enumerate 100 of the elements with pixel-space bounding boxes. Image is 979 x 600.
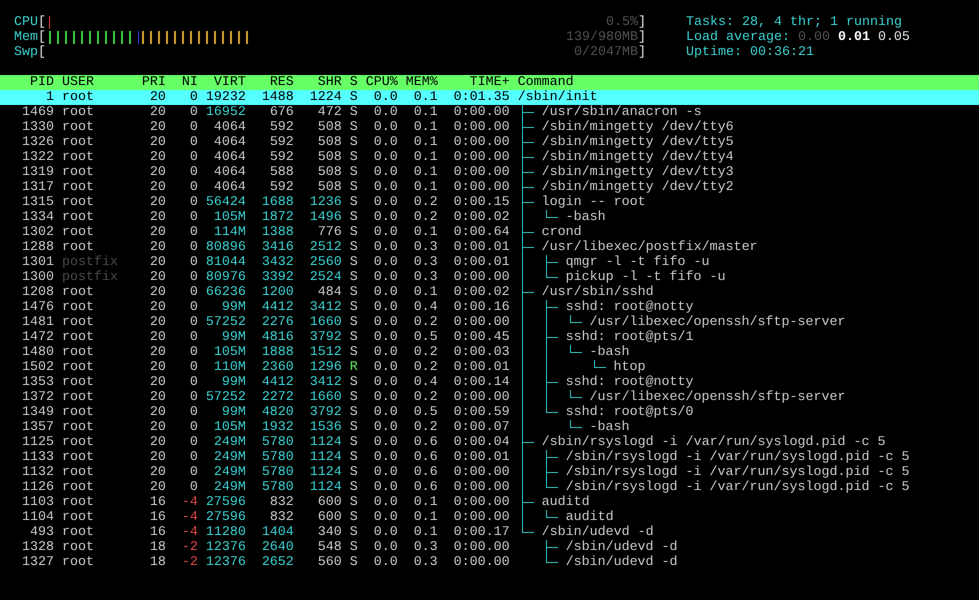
column-header: Command [518, 75, 574, 90]
process-row[interactable]: 1330 root 20 0 4064 592 508 S 0.0 0.1 0:00.00 /sbin/mingetty /dev/tty6 [0, 120, 979, 135]
process-row[interactable]: 1 root 20 0 19232 1488 1224 S 0.0 0.1 0:01.35 /sbin/init [0, 90, 979, 105]
process-row[interactable]: 1357 root 20 0 105M 1932 1536 S 0.0 0.2 0:00.07 -bash [0, 420, 979, 435]
table-cell-text: 0 [188, 90, 198, 105]
table-cell-text: 0:00.00 [452, 135, 510, 150]
process-row[interactable]: 1132 root 20 0 249M 5780 1124 S 0.0 0.6 0:00.00 /sbin/rsyslogd -i /var/run/syslogd.pid -c 5 [0, 465, 979, 480]
summary-text: Tasks: 28, 4 thr; 1 running [686, 15, 902, 30]
table-cell-text: 1388 [260, 225, 294, 240]
process-row[interactable]: 1328 root 18 -2 12376 2640 548 S 0.0 0.3 0:00.00 /sbin/udevd -d [0, 540, 979, 555]
process-row[interactable]: 1104 root 16 -4 27596 832 600 S 0.0 0.1 0:00.00 auditd [0, 510, 979, 525]
table-cell-text: 0:00.00 [452, 465, 510, 480]
process-row[interactable]: 1472 root 20 0 99M 4816 3792 S 0.0 0.5 0:00.45 sshd: root@pts/1 [0, 330, 979, 345]
table-cell-text: 20 [148, 120, 166, 135]
process-row[interactable]: 1315 root 20 0 56424 1688 1236 S 0.0 0.2 0:00.15 login -- root [0, 195, 979, 210]
table-cell-text: 832 [268, 495, 294, 510]
table-cell-text: 0 [188, 450, 198, 465]
process-row[interactable]: 1481 root 20 0 57252 2276 1660 S 0.0 0.2 0:00.00 /usr/libexec/openssh/sftp-server [0, 315, 979, 330]
command-text: htop [614, 360, 646, 375]
table-cell-text: 0 [188, 360, 198, 375]
table-cell: S [350, 450, 358, 465]
table-cell-text: 1126 [20, 480, 54, 495]
table-cell-text: 0:00.00 [452, 165, 510, 180]
table-cell-text: 1288 [20, 240, 54, 255]
table-cell-text: 1296 [308, 360, 342, 375]
process-row[interactable]: 1288 root 20 0 80896 3416 2512 S 0.0 0.3 0:00.01 /usr/libexec/postfix/master [0, 240, 979, 255]
table-cell-text: 3792 [308, 405, 342, 420]
table-cell-text: 508 [316, 120, 342, 135]
table-cell-text: 0:00.02 [452, 210, 510, 225]
table-cell-text: 0.3 [412, 270, 438, 285]
column-header: MEM% [406, 75, 438, 90]
command-text: /usr/libexec/postfix/master [542, 240, 758, 255]
process-row[interactable]: 1480 root 20 0 105M 1888 1512 S 0.0 0.2 0:00.03 -bash [0, 345, 979, 360]
table-cell-text: 0.5 [412, 330, 438, 345]
table-cell: S [350, 240, 358, 255]
table-cell-text: 20 [148, 435, 166, 450]
table-cell-text: 0.2 [412, 360, 438, 375]
table-cell-text: 0.1 [412, 495, 438, 510]
process-row[interactable]: 1372 root 20 0 57252 2272 1660 S 0.0 0.2 0:00.00 /usr/libexec/openssh/sftp-server [0, 390, 979, 405]
table-cell-text: 0.1 [412, 285, 438, 300]
table-cell-text: 2524 [308, 270, 342, 285]
table-cell-text: root [62, 165, 95, 180]
table-cell-text: 1124 [308, 435, 342, 450]
process-row[interactable]: 1469 root 20 0 16952 676 472 S 0.0 0.1 0:00.00 /usr/sbin/anacron -s [0, 105, 979, 120]
process-row[interactable]: 1349 root 20 0 99M 4820 3792 S 0.0 0.5 0:00.59 sshd: root@pts/0 [0, 405, 979, 420]
table-cell-text: 249M [212, 480, 246, 495]
process-row[interactable]: 1476 root 20 0 99M 4412 3412 S 0.0 0.4 0:00.16 sshd: root@notty [0, 300, 979, 315]
table-cell-text: 0.0 [372, 435, 398, 450]
process-row[interactable]: 1300 postfix 20 0 80976 3392 2524 S 0.0 0.3 0:00.00 pickup -l -t fifo -u [0, 270, 979, 285]
table-cell-text: 4064 [212, 120, 246, 135]
process-row[interactable]: 1133 root 20 0 249M 5780 1124 S 0.0 0.6 0:00.01 /sbin/rsyslogd -i /var/run/syslogd.pid -c 5 [0, 450, 979, 465]
table-cell-text: 1660 [308, 315, 342, 330]
table-cell-text: 0:00.00 [452, 510, 510, 525]
summary-text: Load average: [686, 30, 790, 45]
table-cell-text: 2272 [260, 390, 294, 405]
process-row[interactable]: 1103 root 16 -4 27596 832 600 S 0.0 0.1 0:00.00 auditd [0, 495, 979, 510]
command-text: /sbin/mingetty /dev/tty5 [542, 135, 734, 150]
process-row[interactable]: 1322 root 20 0 4064 592 508 S 0.0 0.1 0:00.00 /sbin/mingetty /dev/tty4 [0, 150, 979, 165]
process-row[interactable]: 1327 root 18 -2 12376 2652 560 S 0.0 0.3 0:00.00 /sbin/udevd -d [0, 555, 979, 570]
table-cell-text: 472 [316, 105, 342, 120]
table-cell-text: 0.0 [372, 405, 398, 420]
process-row[interactable]: 1208 root 20 0 66236 1200 484 S 0.0 0.1 0:00.02 /usr/sbin/sshd [0, 285, 979, 300]
process-row[interactable]: 1301 postfix 20 0 81044 3432 2560 S 0.0 0.3 0:00.01 qmgr -l -t fifo -u [0, 255, 979, 270]
process-row[interactable]: 1353 root 20 0 99M 4412 3412 S 0.0 0.4 0:00.14 sshd: root@notty [0, 375, 979, 390]
table-cell-text: 0:00.17 [452, 525, 510, 540]
process-row[interactable]: 493 root 16 -4 11280 1404 340 S 0.0 0.1 0:00.17 /sbin/udevd -d [0, 525, 979, 540]
meter-reading: 0/2047MB [574, 45, 638, 60]
table-cell-text: 0:00.07 [452, 420, 510, 435]
table-cell-text: 0 [188, 315, 198, 330]
table-cell-text: 0 [188, 420, 198, 435]
meter-bracket: [ [38, 15, 46, 30]
table-cell-text: 600 [316, 495, 342, 510]
process-row[interactable]: 1319 root 20 0 4064 588 508 S 0.0 0.1 0:00.00 /sbin/mingetty /dev/tty3 [0, 165, 979, 180]
table-cell: 12376 [206, 555, 246, 570]
table-cell-text: root [62, 300, 95, 315]
command-text: /usr/libexec/openssh/sftp-server [590, 390, 846, 405]
process-row[interactable]: 1326 root 20 0 4064 592 508 S 0.0 0.1 0:00.00 /sbin/mingetty /dev/tty5 [0, 135, 979, 150]
process-row[interactable]: 1334 root 20 0 105M 1872 1496 S 0.0 0.2 0:00.02 -bash [0, 210, 979, 225]
table-cell-text: 4816 [260, 330, 294, 345]
meter-bracket: ] [638, 15, 646, 30]
table-cell: 12376 [206, 540, 246, 555]
process-row[interactable]: 1302 root 20 0 114M 1388 776 S 0.0 0.1 0:00.64 crond [0, 225, 979, 240]
table-cell-text: root [62, 225, 95, 240]
load-value: 0.05 [878, 30, 910, 45]
table-cell-text: 105M [212, 345, 246, 360]
table-cell-text: 1302 [20, 225, 54, 240]
table-cell-text: 5780 [260, 465, 294, 480]
table-cell-text: 1660 [308, 390, 342, 405]
table-cell-text: 1353 [20, 375, 54, 390]
table-cell-text: 0:00.00 [452, 480, 510, 495]
table-cell-text: 0.0 [372, 240, 398, 255]
table-cell-text: 0:00.00 [452, 120, 510, 135]
table-cell: S [350, 405, 358, 420]
table-cell-text: 0.0 [372, 480, 398, 495]
process-row[interactable]: 1126 root 20 0 249M 5780 1124 S 0.0 0.6 0:00.00 /sbin/rsyslogd -i /var/run/syslogd.pid -c 5 [0, 480, 979, 495]
table-cell-text: root [62, 135, 95, 150]
process-row[interactable]: 1502 root 20 0 110M 2360 1296 R 0.0 0.2 0:00.01 htop [0, 360, 979, 375]
process-row[interactable]: 1317 root 20 0 4064 592 508 S 0.0 0.1 0:00.00 /sbin/mingetty /dev/tty2 [0, 180, 979, 195]
process-row[interactable]: 1125 root 20 0 249M 5780 1124 S 0.0 0.6 0:00.04 /sbin/rsyslogd -i /var/run/syslogd.pid -c 5 [0, 435, 979, 450]
table-cell-text: root [62, 405, 95, 420]
